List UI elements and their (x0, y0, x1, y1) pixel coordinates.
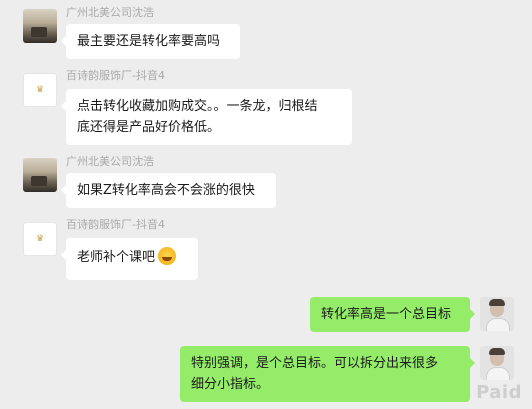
message-text-content: 老师补个课吧 (77, 250, 156, 265)
avatar-hair (489, 348, 505, 355)
sender-name: 广州北美公司沈浩 (66, 6, 154, 19)
message-text: 转化率高是一个总目标 (321, 307, 452, 322)
sender-avatar[interactable] (23, 158, 57, 192)
avatar-body (486, 367, 510, 380)
sender-avatar[interactable]: ♛ (23, 222, 57, 256)
watermark: Paid (476, 382, 522, 403)
sender-name: 百诗韵服饰厂-抖音4 (66, 69, 165, 82)
message-text: 如果Z转化率高会不会涨的很快 (77, 183, 255, 198)
message-text: 底还得是产品好价格低。 (77, 120, 221, 135)
crown-logo-icon: ♛ (35, 85, 45, 95)
avatar-body (486, 318, 510, 331)
avatar-hair (489, 299, 505, 306)
message-bubble[interactable]: 点击转化收藏加购成交。。一条龙，归根结 底还得是产品好价格低。 (61, 89, 352, 145)
message-bubble[interactable]: 特别强调，是个总目标。可以拆分出来很多 细分小指标。 (180, 346, 475, 402)
message-text: 特别强调，是个总目标。可以拆分出来很多 (191, 356, 439, 371)
message-bubble[interactable]: 老师补个课吧 (61, 238, 198, 280)
message-text: 点击转化收藏加购成交。。一条龙，归根结 (77, 99, 318, 114)
crown-logo-icon: ♛ (35, 234, 45, 244)
sender-name: 百诗韵服饰厂-抖音4 (66, 218, 165, 231)
my-avatar[interactable] (480, 346, 514, 380)
message-text: 老师补个课吧 (77, 247, 187, 268)
message-bubble[interactable]: 转化率高是一个总目标 (310, 297, 475, 332)
message-text: 最主要还是转化率要高吗 (77, 34, 221, 49)
sender-avatar[interactable]: ♛ (23, 73, 57, 107)
message-bubble[interactable]: 如果Z转化率高会不会涨的很快 (61, 173, 276, 208)
my-avatar[interactable] (480, 297, 514, 331)
message-bubble[interactable]: 最主要还是转化率要高吗 (61, 24, 240, 59)
message-text: 细分小指标。 (191, 377, 270, 392)
sender-name: 广州北美公司沈浩 (66, 155, 154, 168)
sender-avatar[interactable] (23, 9, 57, 43)
laughing-tears-emoji-icon (158, 247, 177, 265)
